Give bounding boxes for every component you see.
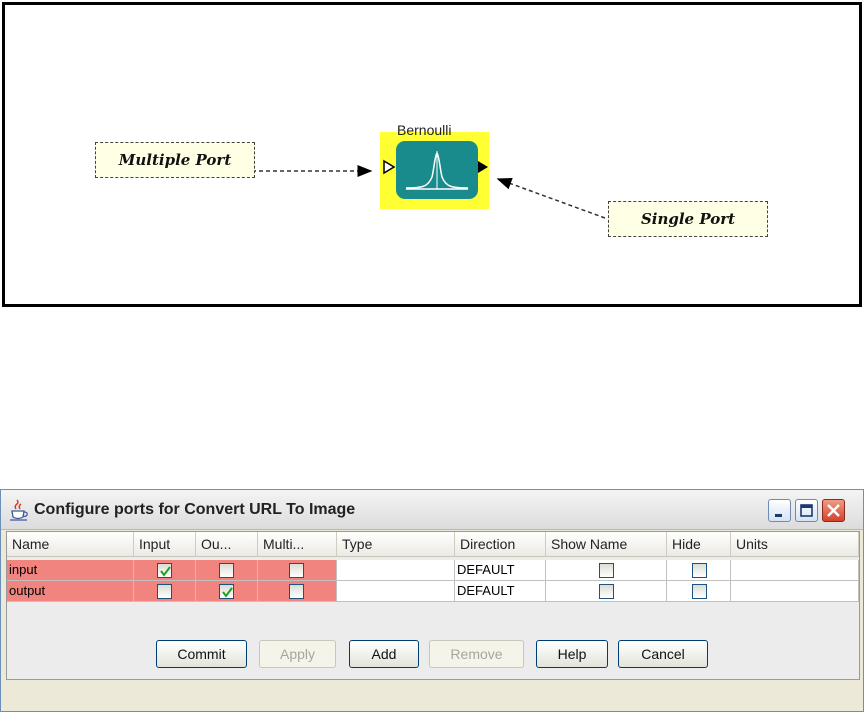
show-name-cell: [546, 581, 667, 602]
show-name-checkbox[interactable]: [599, 563, 614, 578]
column-header-hide[interactable]: Hide: [667, 532, 731, 557]
table-row[interactable]: input DEFAULT: [7, 560, 859, 581]
maximize-icon: [800, 504, 813, 517]
output-checkbox[interactable]: [219, 584, 234, 599]
input-cell: [134, 560, 196, 581]
output-port-icon[interactable]: [476, 158, 490, 176]
column-header-type[interactable]: Type: [337, 532, 455, 557]
checkmark-icon: [160, 566, 171, 577]
apply-button[interactable]: Apply: [259, 640, 336, 668]
help-button[interactable]: Help: [536, 640, 608, 668]
hide-cell: [667, 581, 731, 602]
input-checkbox[interactable]: [157, 584, 172, 599]
column-header-input[interactable]: Input: [134, 532, 196, 557]
add-button[interactable]: Add: [349, 640, 419, 668]
column-header-direction[interactable]: Direction: [455, 532, 546, 557]
cancel-button[interactable]: Cancel: [618, 640, 708, 668]
units-cell[interactable]: [731, 560, 859, 581]
maximize-button[interactable]: [795, 499, 818, 522]
title-bar[interactable]: Configure ports for Convert URL To Image: [1, 490, 863, 530]
multiple-port-comment-text: Multiple Port: [118, 151, 232, 169]
column-header-show-name[interactable]: Show Name: [546, 532, 667, 557]
column-header-units[interactable]: Units: [731, 532, 859, 557]
input-port-icon[interactable]: [382, 158, 396, 176]
minimize-icon: [775, 514, 782, 517]
single-port-comment[interactable]: Single Port: [608, 201, 768, 237]
output-cell: [196, 560, 258, 581]
bell-curve-icon: [405, 151, 469, 190]
hide-checkbox[interactable]: [692, 584, 707, 599]
multiple-port-comment[interactable]: Multiple Port: [95, 142, 255, 178]
checkmark-icon: [222, 587, 233, 598]
show-name-cell: [546, 560, 667, 581]
commit-button[interactable]: Commit: [156, 640, 247, 668]
port-name-cell[interactable]: output: [7, 581, 134, 602]
input-cell: [134, 581, 196, 602]
single-port-comment-text: Single Port: [640, 210, 736, 228]
bernoulli-actor[interactable]: [396, 141, 478, 199]
actor-name: Bernoulli: [397, 122, 452, 138]
port-name-cell[interactable]: input: [7, 560, 134, 581]
column-header-multiport[interactable]: Multi...: [258, 532, 337, 557]
input-checkbox[interactable]: [157, 563, 172, 578]
close-button[interactable]: [822, 499, 845, 522]
close-icon: [827, 504, 840, 517]
output-cell: [196, 581, 258, 602]
java-cup-icon: [10, 499, 28, 521]
column-header-output[interactable]: Ou...: [196, 532, 258, 557]
column-header-name[interactable]: Name: [7, 532, 134, 557]
multiport-checkbox[interactable]: [289, 563, 304, 578]
show-name-checkbox[interactable]: [599, 584, 614, 599]
configure-ports-dialog: Configure ports for Convert URL To Image…: [0, 489, 864, 712]
multiport-cell: [258, 581, 337, 602]
units-cell[interactable]: [731, 581, 859, 602]
type-cell[interactable]: [337, 560, 455, 581]
output-checkbox[interactable]: [219, 563, 234, 578]
button-bar: Commit Apply Add Remove Help Cancel: [1, 640, 863, 680]
table-row[interactable]: output DEFAULT: [7, 581, 859, 602]
minimize-button[interactable]: [768, 499, 791, 522]
table-header: Name Input Ou... Multi... Type Direction…: [7, 532, 859, 557]
direction-cell[interactable]: DEFAULT: [455, 581, 546, 602]
single-port-link[interactable]: [496, 177, 606, 219]
multiport-checkbox[interactable]: [289, 584, 304, 599]
type-cell[interactable]: [337, 581, 455, 602]
diagram-canvas[interactable]: Multiple Port Single Port Bernoulli: [2, 2, 862, 307]
direction-cell[interactable]: DEFAULT: [455, 560, 546, 581]
hide-checkbox[interactable]: [692, 563, 707, 578]
dialog-title: Configure ports for Convert URL To Image: [34, 501, 356, 518]
remove-button[interactable]: Remove: [429, 640, 524, 668]
multiport-cell: [258, 560, 337, 581]
hide-cell: [667, 560, 731, 581]
